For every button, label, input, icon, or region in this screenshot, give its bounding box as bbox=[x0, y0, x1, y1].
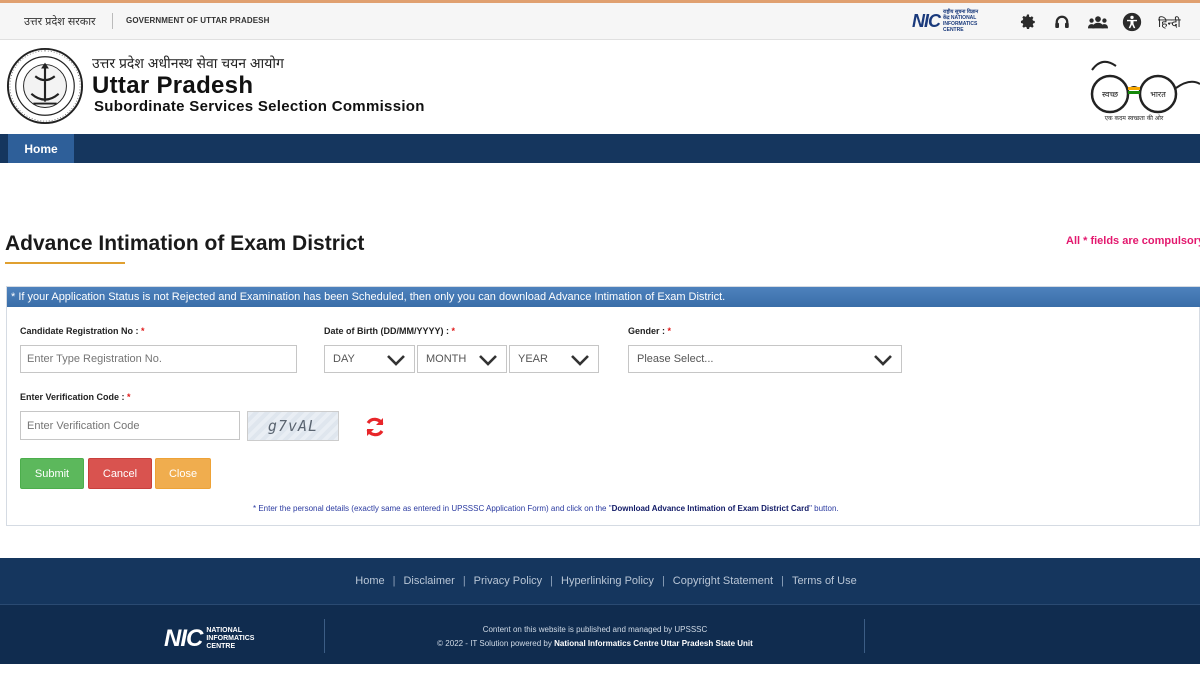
cancel-button[interactable]: Cancel bbox=[88, 458, 152, 489]
dob-day-select[interactable]: DAY bbox=[324, 345, 415, 373]
instruction-prefix: * Enter the personal details (exactly sa… bbox=[253, 504, 612, 513]
dob-year-select[interactable]: YEAR bbox=[509, 345, 599, 373]
chevron-down-icon bbox=[387, 355, 405, 366]
gov-name-hindi: उत्तर प्रदेश सरकार bbox=[24, 16, 96, 28]
footer-links: Home | Disclaimer | Privacy Policy | Hyp… bbox=[0, 558, 1200, 604]
org-name-main: Uttar Pradesh bbox=[92, 72, 254, 99]
top-utility-bar: उत्तर प्रदेश सरकार GOVERNMENT OF UTTAR P… bbox=[0, 0, 1200, 40]
dob-day-value: DAY bbox=[333, 353, 355, 365]
nav-item-home[interactable]: Home bbox=[8, 134, 74, 163]
nic-logo-text: NIC bbox=[912, 10, 941, 31]
users-icon[interactable] bbox=[1088, 12, 1108, 32]
footer-credits: Content on this website is published and… bbox=[325, 623, 865, 651]
form-instruction: * Enter the personal details (exactly sa… bbox=[253, 504, 839, 513]
required-star: * bbox=[667, 326, 672, 336]
dob-month-value: MONTH bbox=[426, 353, 466, 365]
gender-value: Please Select... bbox=[637, 353, 714, 365]
refresh-captcha-icon[interactable] bbox=[363, 415, 387, 439]
dob-month-select[interactable]: MONTH bbox=[417, 345, 507, 373]
title-underline bbox=[5, 262, 125, 264]
footer-link-home[interactable]: Home bbox=[347, 575, 392, 587]
org-name-sub: Subordinate Services Selection Commissio… bbox=[94, 98, 425, 115]
footer-bottom: NIC NATIONAL INFORMATICS CENTRE Content … bbox=[0, 604, 1200, 664]
swachh-bharat-logo: स्वच्छ भारत एक कदम स्वच्छता की ओर bbox=[1090, 60, 1200, 122]
nic-footer-logo[interactable]: NIC NATIONAL INFORMATICS CENTRE bbox=[164, 625, 266, 653]
main-navigation: Home bbox=[0, 134, 1200, 163]
intimation-form-panel: * If your Application Status is not Reje… bbox=[6, 286, 1200, 526]
footer-link-hyperlinking-policy[interactable]: Hyperlinking Policy bbox=[553, 575, 662, 587]
swachh-left-word: स्वच्छ bbox=[1102, 90, 1119, 99]
required-fields-note: All * fields are compulsory bbox=[1066, 235, 1200, 247]
nic-footer-logo-text: NIC bbox=[164, 625, 203, 652]
footer-links-bar: Home | Disclaimer | Privacy Policy | Hyp… bbox=[0, 558, 1200, 604]
footer-copyright-org: National Informatics Centre Uttar Prades… bbox=[554, 639, 753, 648]
org-name-hindi: उत्तर प्रदेश अधीनस्थ सेवा चयन आयोग bbox=[92, 55, 284, 71]
chevron-down-icon bbox=[479, 355, 497, 366]
verification-label-text: Enter Verification Code : bbox=[20, 392, 125, 402]
gov-name-english: GOVERNMENT OF UTTAR PRADESH bbox=[126, 16, 270, 25]
footer-link-copyright[interactable]: Copyright Statement bbox=[665, 575, 781, 587]
required-star: * bbox=[141, 326, 145, 336]
language-toggle-hindi[interactable]: हिन्दी bbox=[1158, 14, 1181, 31]
upsssc-emblem-logo[interactable] bbox=[6, 47, 84, 125]
gender-label-text: Gender : bbox=[628, 326, 666, 336]
footer-copyright: © 2022 - IT Solution powered by National… bbox=[325, 637, 865, 651]
accessibility-icon[interactable] bbox=[1122, 12, 1142, 32]
footer-managed-by: Content on this website is published and… bbox=[482, 625, 708, 634]
nic-logo[interactable]: NIC राष्ट्रीय सूचना विज्ञान केंद्र NATIO… bbox=[912, 9, 983, 33]
captcha-image: g7vAL bbox=[247, 411, 339, 441]
instruction-suffix: " button. bbox=[809, 504, 839, 513]
verification-code-input[interactable] bbox=[20, 411, 240, 440]
chevron-down-icon bbox=[571, 355, 589, 366]
gender-select[interactable]: Please Select... bbox=[628, 345, 902, 373]
footer-link-privacy-policy[interactable]: Privacy Policy bbox=[466, 575, 550, 587]
dob-label: Date of Birth (DD/MM/YYYY) : * bbox=[324, 326, 455, 336]
footer-divider bbox=[864, 619, 865, 653]
submit-button[interactable]: Submit bbox=[20, 458, 84, 489]
gear-icon[interactable] bbox=[1018, 12, 1038, 32]
registration-label: Candidate Registration No : * bbox=[20, 326, 145, 336]
headset-icon[interactable] bbox=[1052, 12, 1072, 32]
close-button[interactable]: Close bbox=[155, 458, 211, 489]
footer-link-disclaimer[interactable]: Disclaimer bbox=[395, 575, 462, 587]
dob-label-text: Date of Birth (DD/MM/YYYY) : bbox=[324, 326, 449, 336]
instruction-action: Download Advance Intimation of Exam Dist… bbox=[611, 504, 810, 513]
registration-label-text: Candidate Registration No : bbox=[20, 326, 139, 336]
nic-logo-subtext: राष्ट्रीय सूचना विज्ञान केंद्र NATIONAL … bbox=[943, 9, 979, 33]
chevron-down-icon bbox=[874, 355, 892, 366]
dob-year-value: YEAR bbox=[518, 353, 548, 365]
site-header: उत्तर प्रदेश अधीनस्थ सेवा चयन आयोग Uttar… bbox=[0, 40, 1200, 134]
swachh-right-word: भारत bbox=[1150, 90, 1166, 99]
footer-link-terms[interactable]: Terms of Use bbox=[784, 575, 865, 587]
required-star: * bbox=[127, 392, 131, 402]
nic-footer-logo-subtext: NATIONAL INFORMATICS CENTRE bbox=[206, 627, 255, 650]
footer-copyright-prefix: © 2022 - IT Solution powered by bbox=[437, 639, 552, 648]
verification-label: Enter Verification Code : * bbox=[20, 392, 131, 402]
form-notice-bar: * If your Application Status is not Reje… bbox=[7, 287, 1200, 307]
swachh-tagline: एक कदम स्वच्छता की ओर bbox=[1105, 114, 1164, 122]
required-star: * bbox=[451, 326, 456, 336]
registration-number-input[interactable] bbox=[20, 345, 297, 373]
page-title: Advance Intimation of Exam District bbox=[5, 232, 365, 255]
gender-label: Gender : * bbox=[628, 326, 671, 336]
topbar-separator bbox=[112, 13, 113, 29]
